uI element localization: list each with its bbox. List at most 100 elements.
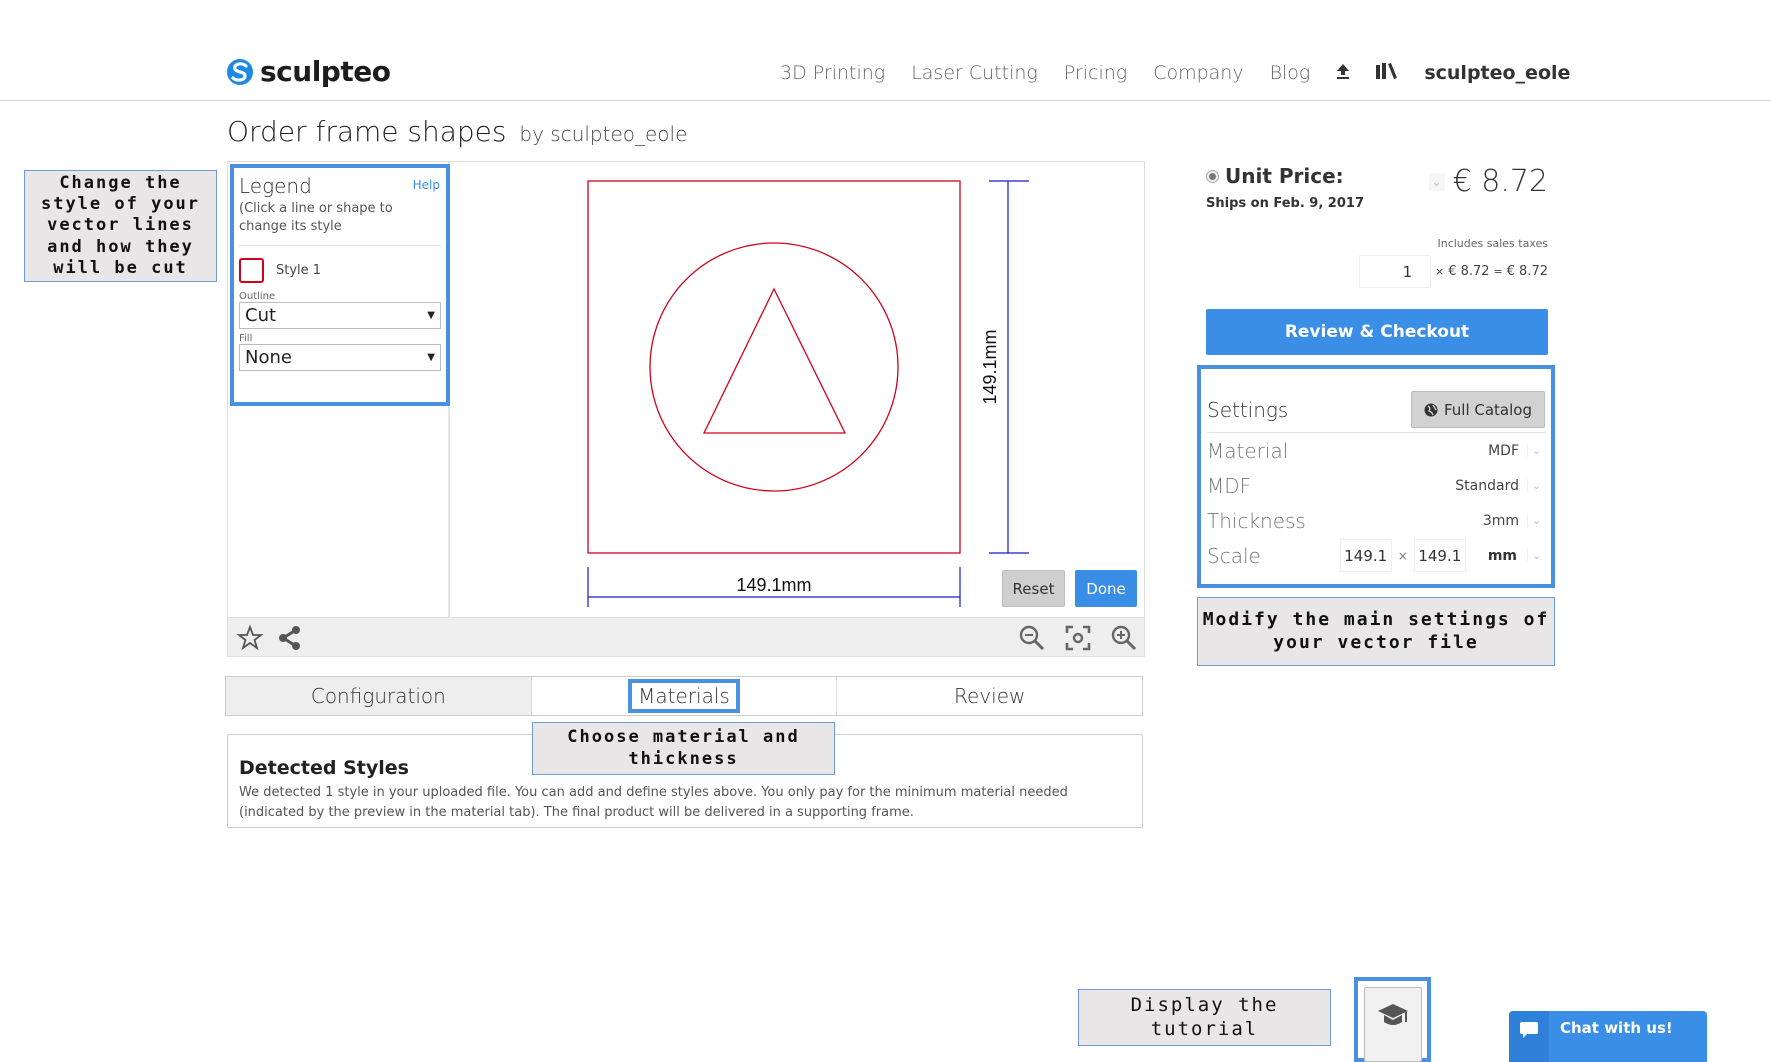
chevron-down-icon[interactable]: ⌄ <box>1527 444 1545 457</box>
tab-materials[interactable]: Materials <box>531 677 838 715</box>
settings-panel: Settings Full Catalog Material MDF ⌄ MDF… <box>1197 365 1555 588</box>
zoom-in-icon[interactable] <box>1110 624 1138 652</box>
detected-styles-text: We detected 1 style in your uploaded fil… <box>239 785 1068 820</box>
design-canvas[interactable]: 149.1mm 149.1mm <box>452 162 1144 617</box>
style-row[interactable]: Style 1 <box>239 258 441 284</box>
equals-sign: = <box>1493 265 1503 278</box>
fit-view-icon[interactable] <box>1064 624 1092 652</box>
tutorial-button[interactable] <box>1364 987 1422 1062</box>
setting-value: MDF <box>1488 442 1519 459</box>
setting-label: Thickness <box>1207 508 1306 533</box>
design-viewer: Legend Help (Click a line or shape to ch… <box>227 161 1145 657</box>
tab-label: Materials <box>628 679 740 713</box>
style-swatch[interactable] <box>239 258 264 284</box>
tutorial-tooltip: Display the tutorial <box>1078 989 1331 1046</box>
design-preview[interactable]: 149.1mm 149.1mm <box>452 162 1144 617</box>
star-icon[interactable] <box>236 624 264 652</box>
done-button[interactable]: Done <box>1075 570 1137 607</box>
outline-select[interactable]: Cut ▼ <box>239 302 441 330</box>
cut-circle <box>649 242 899 492</box>
legend-divider <box>239 245 441 247</box>
line-total: € 8.72 <box>1506 264 1548 279</box>
scale-separator: × <box>1397 548 1408 563</box>
full-catalog-button[interactable]: Full Catalog <box>1410 391 1545 428</box>
setting-material[interactable]: Material MDF ⌄ <box>1207 433 1545 468</box>
chevron-down-icon[interactable]: ⌄ <box>1527 479 1545 492</box>
tax-note: Includes sales taxes <box>1437 237 1548 250</box>
outline-label: Outline <box>239 291 276 303</box>
nav-company[interactable]: Company <box>1153 62 1243 84</box>
legend-help-link[interactable]: Help <box>413 178 440 192</box>
nav-blog[interactable]: Blog <box>1270 62 1311 84</box>
style-name: Style 1 <box>276 263 322 279</box>
chat-label: Chat with us! <box>1560 1019 1673 1037</box>
width-dimension-label: 149.1mm <box>736 575 811 595</box>
settings-header: Settings Full Catalog <box>1207 369 1545 433</box>
tab-label: Configuration <box>310 684 446 708</box>
tab-configuration[interactable]: Configuration <box>226 677 532 715</box>
legend-description: (Click a line or shape to change its sty… <box>239 201 393 234</box>
main-nav: 3D Printing Laser Cutting Pricing Compan… <box>780 62 1570 84</box>
sculpteo-logo-icon <box>227 58 253 85</box>
tab-label: Review <box>954 684 1026 708</box>
settings-tooltip: Modify the main settings of your vector … <box>1197 597 1555 666</box>
site-header: sculpteo 3D Printing Laser Cutting Prici… <box>0 0 1771 101</box>
viewer-toolbar <box>228 617 1144 656</box>
share-icon[interactable] <box>276 624 304 652</box>
cut-square <box>587 180 961 554</box>
setting-mdf[interactable]: MDF Standard ⌄ <box>1207 468 1545 503</box>
user-menu[interactable]: sculpteo_eole <box>1424 62 1570 84</box>
fill-label: Fill <box>239 333 253 345</box>
nav-laser-cutting[interactable]: Laser Cutting <box>911 62 1038 84</box>
scale-unit-select[interactable]: mm <box>1488 548 1517 564</box>
setting-label: Material <box>1207 438 1289 463</box>
page-title: Order frame shapes by sculpteo_eole <box>227 115 687 148</box>
dropdown-caret-icon: ▼ <box>427 310 435 322</box>
review-checkout-button[interactable]: Review & Checkout <box>1206 309 1548 355</box>
chevron-down-icon[interactable]: ⌄ <box>1527 549 1545 562</box>
quantity-input[interactable] <box>1359 255 1432 288</box>
page-title-text: Order frame shapes <box>227 115 507 148</box>
upload-icon[interactable] <box>1336 63 1350 84</box>
legend-column: Legend Help (Click a line or shape to ch… <box>228 162 450 617</box>
dropdown-caret-icon: ▼ <box>427 352 435 364</box>
scale-x-input[interactable] <box>1339 539 1392 572</box>
chevron-down-icon[interactable]: ⌄ <box>1428 172 1445 191</box>
setting-label: Scale <box>1207 543 1261 568</box>
chevron-down-icon[interactable]: ⌄ <box>1527 514 1545 527</box>
globe-icon <box>1424 403 1438 416</box>
setting-value: 3mm <box>1482 512 1519 529</box>
chat-bubble-icon <box>1509 1011 1549 1062</box>
legend-tooltip: Change the style of your vector lines an… <box>24 170 217 282</box>
unit-price-radio[interactable] <box>1206 169 1219 183</box>
nav-pricing[interactable]: Pricing <box>1064 62 1127 84</box>
quantity-row: × € 8.72 = € 8.72 <box>1359 255 1548 288</box>
logo[interactable]: sculpteo <box>226 55 391 88</box>
setting-value: Standard <box>1455 477 1519 494</box>
tab-review[interactable]: Review <box>837 677 1143 715</box>
reset-button[interactable]: Reset <box>1002 570 1065 607</box>
logo-text: sculpteo <box>260 55 391 88</box>
fill-select[interactable]: None ▼ <box>239 344 441 372</box>
fill-value: None <box>245 347 292 369</box>
setting-thickness[interactable]: Thickness 3mm ⌄ <box>1207 503 1545 538</box>
line-unit-price: € 8.72 <box>1448 264 1490 279</box>
zoom-out-icon[interactable] <box>1018 624 1046 652</box>
tutorial-button-highlight <box>1354 977 1431 1062</box>
step-tabs: Configuration Materials Review <box>225 676 1143 716</box>
library-icon[interactable] <box>1376 62 1398 84</box>
unit-price-value: € 8.72 <box>1452 164 1548 199</box>
setting-label: MDF <box>1207 473 1252 498</box>
unit-price: ⌄ € 8.72 <box>1428 164 1548 199</box>
setting-scale: Scale × mm ⌄ <box>1207 538 1545 573</box>
chat-widget[interactable]: Chat with us! <box>1509 1011 1707 1062</box>
cut-triangle <box>702 287 847 434</box>
scale-y-input[interactable] <box>1413 539 1466 572</box>
outline-value: Cut <box>245 305 277 327</box>
settings-title: Settings <box>1207 397 1289 422</box>
page-author: by sculpteo_eole <box>519 122 688 146</box>
materials-tooltip: Choose material and thickness <box>532 722 835 775</box>
legend-title: Legend <box>239 174 312 198</box>
price-block: Unit Price: Ships on Feb. 9, 2017 ⌄ € 8.… <box>1206 164 1548 288</box>
nav-3d-printing[interactable]: 3D Printing <box>780 62 885 84</box>
